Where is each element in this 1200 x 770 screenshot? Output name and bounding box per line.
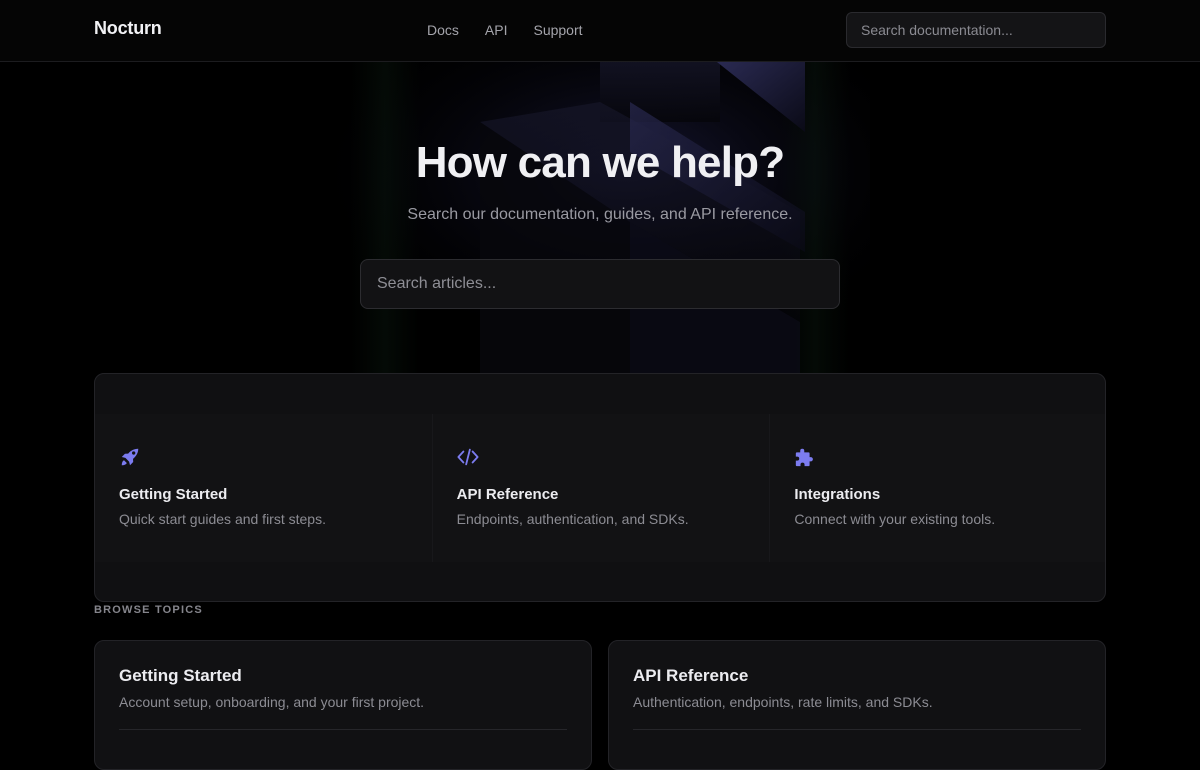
header-search-input[interactable] <box>846 12 1106 48</box>
nav-link-support[interactable]: Support <box>533 22 582 38</box>
top-navbar: Nocturn Docs API Support <box>0 0 1200 62</box>
quick-link-getting-started[interactable]: Getting Started Quick start guides and f… <box>95 414 432 562</box>
nav-link-docs[interactable]: Docs <box>427 22 459 38</box>
topic-card-getting-started[interactable]: Getting Started Account setup, onboardin… <box>94 640 592 770</box>
quick-links-panel: Getting Started Quick start guides and f… <box>94 373 1106 602</box>
rocket-icon <box>121 448 139 466</box>
topic-title: API Reference <box>633 666 749 685</box>
hero-section: How can we help? Search our documentatio… <box>0 62 1200 374</box>
browse-topics-heading: BROWSE TOPICS <box>94 604 203 616</box>
quick-link-desc: Connect with your existing tools. <box>794 511 996 527</box>
hero-subtitle: Search our documentation, guides, and AP… <box>407 206 793 223</box>
quick-link-desc: Quick start guides and first steps. <box>119 511 326 527</box>
quick-link-title: Getting Started <box>119 486 228 503</box>
quick-link-api-reference[interactable]: API Reference Endpoints, authentication,… <box>431 414 770 562</box>
brand-logo[interactable]: Nocturn <box>94 18 162 39</box>
topic-desc: Authentication, endpoints, rate limits, … <box>633 694 933 710</box>
topic-divider <box>119 729 567 730</box>
quick-link-desc: Endpoints, authentication, and SDKs. <box>456 511 689 527</box>
quick-link-title: API Reference <box>456 486 559 503</box>
quick-link-title: Integrations <box>794 486 881 503</box>
topic-title: Getting Started <box>119 666 242 685</box>
quick-link-integrations[interactable]: Integrations Connect with your existing … <box>769 414 1105 562</box>
hero-title: How can we help? <box>415 138 785 187</box>
quick-links-row: Getting Started Quick start guides and f… <box>95 414 1105 562</box>
code-icon <box>457 448 479 466</box>
topic-desc: Account setup, onboarding, and your firs… <box>119 694 425 710</box>
topic-card-api-reference[interactable]: API Reference Authentication, endpoints,… <box>608 640 1106 770</box>
topic-divider <box>633 729 1081 730</box>
nav-link-api[interactable]: API <box>485 22 508 38</box>
hero-search-input[interactable] <box>360 259 840 309</box>
puzzle-icon <box>796 448 814 467</box>
main-nav: Docs API Support <box>427 22 583 38</box>
